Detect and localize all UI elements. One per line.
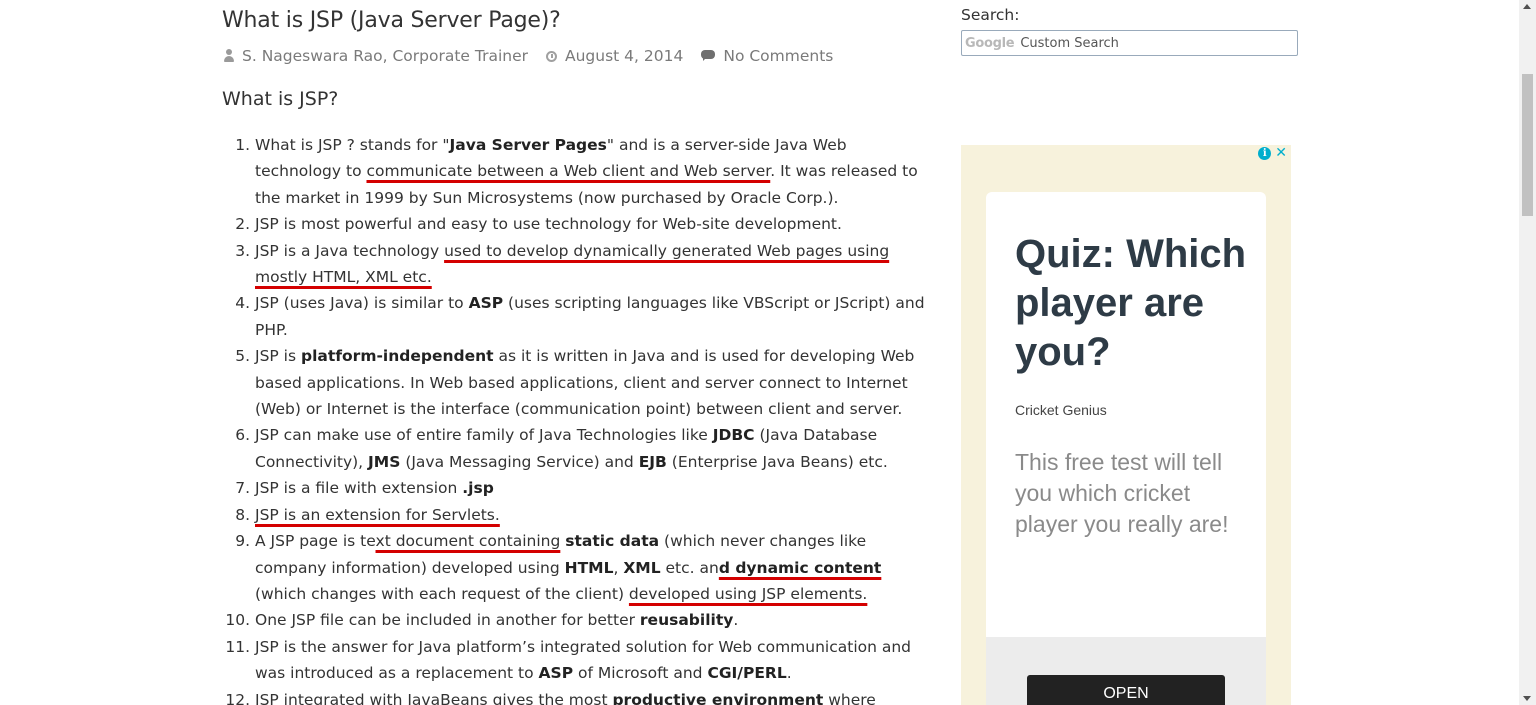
article-content: What is JSP ? stands for "Java Server Pa…: [222, 132, 927, 705]
list-item: What is JSP ? stands for "Java Server Pa…: [255, 132, 927, 211]
text-segment: One JSP file can be included in another …: [255, 611, 640, 630]
text-segment: What is JSP ? stands for ": [255, 136, 450, 154]
text-segment: JSP integrated with JavaBeans gives the …: [255, 690, 613, 705]
text-segment: ,: [613, 558, 624, 577]
list-item: JSP integrated with JavaBeans gives the …: [255, 687, 927, 705]
text-segment: (which changes with each request of the …: [255, 584, 629, 603]
ad-info-icon[interactable]: i: [1258, 147, 1272, 160]
bold-term: Java Server Pages: [449, 136, 607, 154]
ad-open-button[interactable]: OPEN: [1027, 675, 1225, 705]
text-segment: .: [733, 611, 739, 630]
scrollbar[interactable]: [1519, 0, 1536, 705]
post-meta: S. Nageswara Rao, Corporate Trainer Augu…: [224, 45, 851, 67]
bold-term: productive environment: [612, 690, 824, 705]
bold-term: platform-independent: [301, 347, 494, 366]
ad-source: Cricket Genius: [1015, 402, 1107, 418]
text-segment: JSP is a file with extension: [255, 479, 463, 498]
underlined-text: JSP is an extension for Servlets.: [255, 505, 500, 524]
ad-close-icon[interactable]: ✕: [1275, 146, 1287, 160]
ad-body: This free test will tell you which crick…: [1015, 449, 1229, 537]
post-comments: No Comments: [701, 47, 833, 65]
post-date: August 4, 2014: [546, 47, 683, 65]
list-item: JSP is most powerful and easy to use tec…: [255, 211, 927, 237]
text-segment: JSP (uses Java) is similar to: [255, 294, 469, 313]
section-heading: What is JSP?: [222, 88, 339, 110]
post-title: What is JSP (Java Server Page)?: [222, 8, 561, 33]
bold-term: JMS: [368, 452, 401, 471]
list-item: JSP is a Java technology used to develop…: [255, 238, 927, 291]
text-segment: JSP is a Java technology: [255, 241, 445, 260]
text-segment: of Microsoft and: [573, 664, 708, 683]
scroll-up-icon[interactable]: [1523, 4, 1531, 9]
bold-term: XML: [623, 558, 661, 577]
list-item: JSP is platform-independent as it is wri…: [255, 343, 927, 422]
ad-headline[interactable]: Quiz: Which player are you?: [1015, 230, 1255, 377]
underlined-text: communicate between a Web client and Web…: [366, 162, 771, 181]
bold-term: ASP: [538, 664, 574, 683]
ad-card[interactable]: Quiz: Which player are you? Cricket Geni…: [986, 192, 1266, 705]
list-item: One JSP file can be included in another …: [255, 607, 927, 633]
jsp-facts-list: What is JSP ? stands for "Java Server Pa…: [222, 132, 927, 705]
ad-controls: i ✕: [1258, 146, 1287, 160]
bold-term: HTML: [564, 558, 614, 577]
search-input[interactable]: Google Custom Search: [961, 30, 1298, 56]
text-segment: (Java Messaging Service) and: [400, 452, 639, 471]
scrollbar-thumb[interactable]: [1522, 74, 1533, 216]
google-logo: Google: [965, 35, 1015, 51]
bold-term: EJB: [638, 452, 667, 471]
list-item: A JSP page is text document containing s…: [255, 528, 927, 607]
bold-term: ASP: [468, 294, 504, 313]
underlined-text: developed using JSP elements.: [628, 584, 868, 603]
bold-term: d dynamic content: [718, 558, 882, 577]
text-segment: A JSP page is te: [255, 532, 376, 551]
text-segment: JSP can make use of entire family of Jav…: [255, 426, 713, 445]
bold-term: static data: [565, 532, 660, 551]
bold-term: reusability: [639, 611, 734, 630]
comments-link[interactable]: No Comments: [723, 47, 833, 65]
bold-term: CGI/PERL: [707, 664, 787, 683]
list-item: JSP (uses Java) is similar to ASP (uses …: [255, 290, 927, 343]
list-item: JSP is an extension for Servlets.: [255, 502, 927, 528]
text-segment: .: [786, 664, 792, 683]
advertisement[interactable]: i ✕ Quiz: Which player are you? Cricket …: [961, 145, 1291, 705]
text-segment: JSP is most powerful and easy to use tec…: [255, 215, 842, 234]
scroll-down-icon[interactable]: [1523, 696, 1531, 701]
search-placeholder: Custom Search: [1020, 35, 1119, 51]
underlined-text: xt document containing: [375, 532, 561, 551]
bold-term: .jsp: [462, 479, 494, 498]
ad-footer: OPEN: [986, 637, 1266, 705]
post-date-text: August 4, 2014: [565, 47, 684, 65]
text-segment: (Enterprise Java Beans) etc.: [666, 452, 888, 471]
comment-icon: [701, 49, 716, 61]
search-label: Search:: [961, 6, 1020, 24]
user-icon: [224, 49, 234, 63]
clock-icon: [546, 50, 557, 62]
list-item: JSP is the answer for Java platform’s in…: [255, 634, 927, 687]
list-item: JSP can make use of entire family of Jav…: [255, 422, 927, 475]
text-segment: etc. an: [660, 558, 719, 577]
list-item: JSP is a file with extension .jsp: [255, 475, 927, 501]
text-segment: JSP is: [255, 347, 301, 366]
bold-term: JDBC: [712, 426, 755, 445]
post-author: S. Nageswara Rao, Corporate Trainer: [224, 47, 528, 65]
author-link[interactable]: S. Nageswara Rao, Corporate Trainer: [242, 47, 528, 65]
